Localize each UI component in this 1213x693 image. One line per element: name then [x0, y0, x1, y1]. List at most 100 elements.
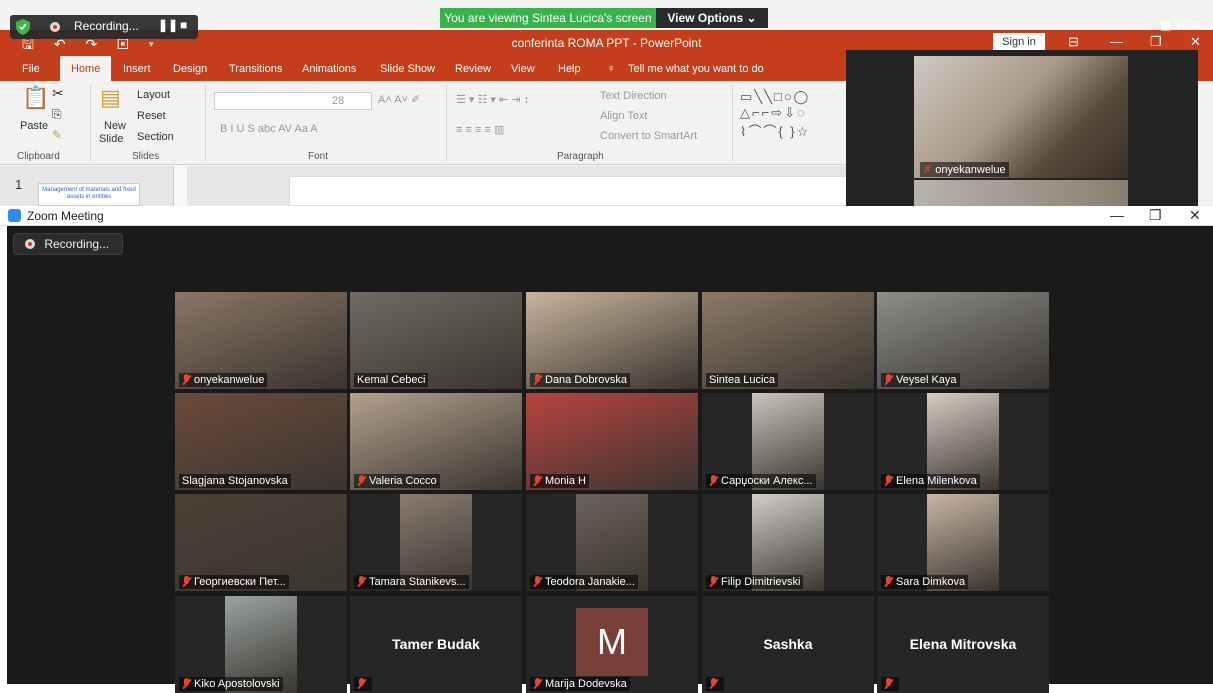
tab-review[interactable]: Review	[455, 63, 491, 75]
tab-insert[interactable]: Insert	[123, 63, 151, 75]
shapes-gallery[interactable]: ▭╲╲□○◯ △⌐⌐⇨⇩◌ ⌇⌒⌒{ }☆	[740, 89, 810, 140]
text-direction-button[interactable]: Text Direction	[600, 90, 667, 102]
font-format-buttons[interactable]: B I U S abc AV Aa A	[220, 123, 318, 135]
participant-tile[interactable]: Teodora Janakie...	[526, 494, 698, 591]
view-button[interactable]: ▦ View	[1160, 18, 1200, 32]
speaker-name-text: onyekanwelue	[935, 164, 1006, 176]
participant-tile[interactable]: Filip Dimitrievski	[702, 494, 874, 591]
second-video	[914, 180, 1128, 208]
viewing-screen-banner: You are viewing Sintea Lucica's screen	[440, 8, 656, 28]
participant-tile[interactable]: onyekanwelue	[175, 292, 347, 389]
participant-name-text: Георгиевски Пет...	[194, 576, 286, 588]
participant-tile[interactable]: Сарџоски Алекс...	[702, 393, 874, 490]
align-buttons[interactable]: ≡ ≡ ≡ ≡ ▥	[456, 123, 504, 136]
tell-me-search[interactable]: Tell me what you want to do	[628, 63, 764, 75]
participant-tile[interactable]: Георгиевски Пет...	[175, 494, 347, 591]
copy-icon[interactable]: ⎘	[52, 107, 62, 122]
divider	[446, 85, 447, 161]
participant-name	[354, 677, 372, 691]
pause-icon[interactable]: ❚❚	[158, 18, 178, 32]
muted-mic-icon	[357, 576, 366, 587]
muted-mic-icon	[884, 475, 893, 486]
participant-name-text: Teodora Janakie...	[545, 576, 635, 588]
speaker-name: ✗ onyekanwelue	[920, 162, 1009, 177]
participant-name: Veysel Kaya	[881, 373, 960, 387]
layout-button[interactable]: Layout	[137, 89, 170, 101]
align-text-button[interactable]: Align Text	[600, 110, 648, 122]
slide-thumbnail[interactable]: Management of materials and fixed assets…	[38, 183, 140, 206]
participant-name: onyekanwelue	[179, 373, 268, 387]
participant-tile[interactable]: Elena Milenkova	[877, 393, 1049, 490]
minimize-icon[interactable]: —	[1110, 34, 1123, 49]
minimize-icon[interactable]: —	[1110, 207, 1124, 223]
new-slide-button[interactable]: New	[104, 120, 126, 132]
tab-view[interactable]: View	[511, 63, 535, 75]
participant-tile[interactable]: Veysel Kaya	[877, 292, 1049, 389]
view-label: View	[1174, 18, 1201, 32]
group-paragraph: Paragraph	[557, 151, 604, 162]
muted-mic-icon	[533, 374, 542, 385]
tab-slide-show[interactable]: Slide Show	[380, 63, 435, 75]
tab-file[interactable]: File	[22, 63, 40, 75]
recording-indicator[interactable]: Recording...	[13, 233, 123, 255]
reset-button[interactable]: Reset	[137, 110, 166, 122]
participant-tile[interactable]: Slagjana Stojanovska	[175, 393, 347, 490]
participant-name	[706, 677, 724, 691]
muted-mic-icon	[884, 576, 893, 587]
zoom-window-title: Zoom Meeting	[27, 209, 104, 223]
participant-tile[interactable]: Sintea Lucica	[702, 292, 874, 389]
tab-design[interactable]: Design	[173, 63, 207, 75]
list-buttons[interactable]: ☰ ▾ ☷ ▾ ⇤ ⇥ ↕	[456, 93, 529, 106]
ppt-scrollbar[interactable]	[1199, 150, 1213, 206]
participant-name: Monia H	[530, 474, 589, 488]
participant-name: Elena Milenkova	[881, 474, 980, 488]
chevron-down-icon: ⌄	[746, 11, 757, 25]
new-slide-button-line2[interactable]: Slide	[99, 133, 123, 145]
new-slide-icon[interactable]: ▤	[100, 85, 121, 111]
participant-name-text: Veysel Kaya	[896, 374, 957, 386]
participant-tile[interactable]: Tamer Budak	[350, 596, 522, 693]
participant-name-text: Monia H	[545, 475, 586, 487]
format-painter-icon[interactable]: ✎	[52, 128, 62, 142]
font-size-input[interactable]: 28	[332, 95, 344, 107]
tab-help[interactable]: Help	[558, 63, 581, 75]
restore-icon[interactable]: ❐	[1149, 207, 1162, 224]
section-button[interactable]: Section	[137, 131, 174, 143]
participant-tile[interactable]: Valeria Cocco	[350, 393, 522, 490]
tab-transitions[interactable]: Transitions	[229, 63, 282, 75]
view-options-button[interactable]: View Options ⌄	[656, 8, 768, 28]
tab-home[interactable]: Home	[60, 56, 112, 81]
participant-tile[interactable]: Elena Mitrovska	[877, 596, 1049, 693]
slide-number: 1	[15, 177, 23, 192]
record-icon	[50, 20, 60, 34]
floating-video-panel[interactable]: ✗ onyekanwelue	[846, 50, 1198, 208]
participant-tile[interactable]: M Marija Dodevska	[526, 596, 698, 693]
participant-name: Sara Dimkova	[881, 575, 969, 589]
participant-tile[interactable]: Tamara Stanikevs...	[350, 494, 522, 591]
participant-tile[interactable]: Dana Dobrovska	[526, 292, 698, 389]
lightbulb-icon: ♀	[607, 63, 616, 75]
view-options-label: View Options	[667, 11, 744, 25]
font-grow-icon[interactable]: A˄ A˅ ✐	[378, 93, 420, 106]
cut-icon[interactable]: ✂	[52, 85, 64, 102]
muted-mic-icon	[533, 475, 542, 486]
participant-tile[interactable]: Monia H	[526, 393, 698, 490]
paste-button[interactable]: Paste	[20, 120, 48, 132]
convert-smartart-button[interactable]: Convert to SmartArt	[600, 130, 697, 142]
participant-tile[interactable]: Sashka	[702, 596, 874, 693]
participant-tile[interactable]: Kemal Cebeci	[350, 292, 522, 389]
ribbon-display-icon[interactable]: ⊟	[1068, 34, 1079, 50]
slide-canvas[interactable]	[289, 176, 859, 206]
participant-tile[interactable]: Kiko Apostolovski	[175, 596, 347, 693]
clipboard-icon[interactable]: 📋	[22, 85, 49, 111]
close-icon[interactable]: ✕	[1190, 34, 1201, 50]
stop-icon[interactable]: ■	[180, 18, 187, 32]
participant-tile[interactable]: Sara Dimkova	[877, 494, 1049, 591]
tab-animations[interactable]: Animations	[302, 63, 356, 75]
slides-scrollbar[interactable]	[173, 166, 187, 206]
recording-label: Recording...	[74, 19, 139, 33]
participant-name	[881, 677, 899, 691]
restore-icon[interactable]: ❐	[1150, 34, 1162, 50]
close-icon[interactable]: ✕	[1189, 207, 1201, 224]
font-name-input[interactable]	[214, 92, 372, 110]
